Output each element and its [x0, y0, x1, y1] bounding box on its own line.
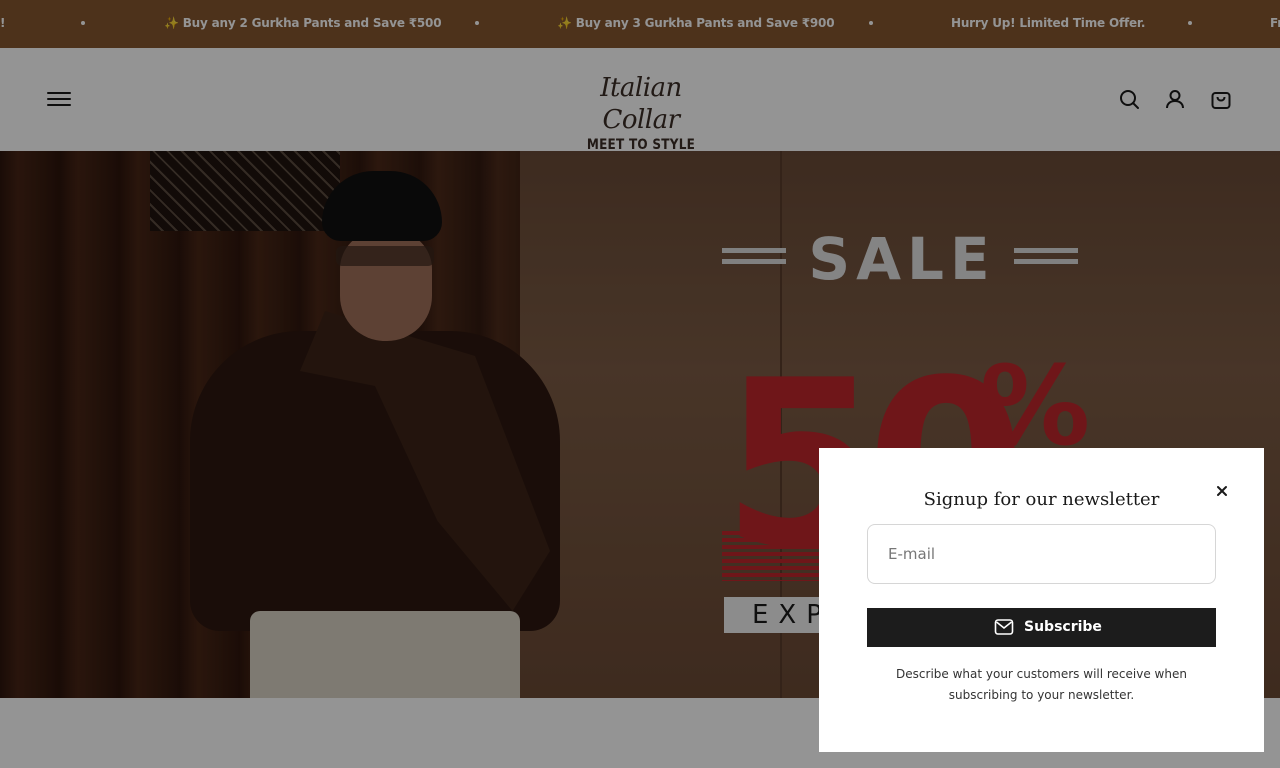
newsletter-popup: Signup for our newsletter Subscribe Desc… — [819, 448, 1264, 752]
email-field[interactable] — [867, 524, 1216, 584]
subscribe-button[interactable]: Subscribe — [867, 608, 1216, 647]
newsletter-description: Describe what your customers will receiv… — [896, 667, 1187, 702]
newsletter-title: Signup for our newsletter — [923, 489, 1160, 510]
subscribe-label: Subscribe — [1024, 619, 1102, 635]
mail-icon — [994, 618, 1014, 636]
